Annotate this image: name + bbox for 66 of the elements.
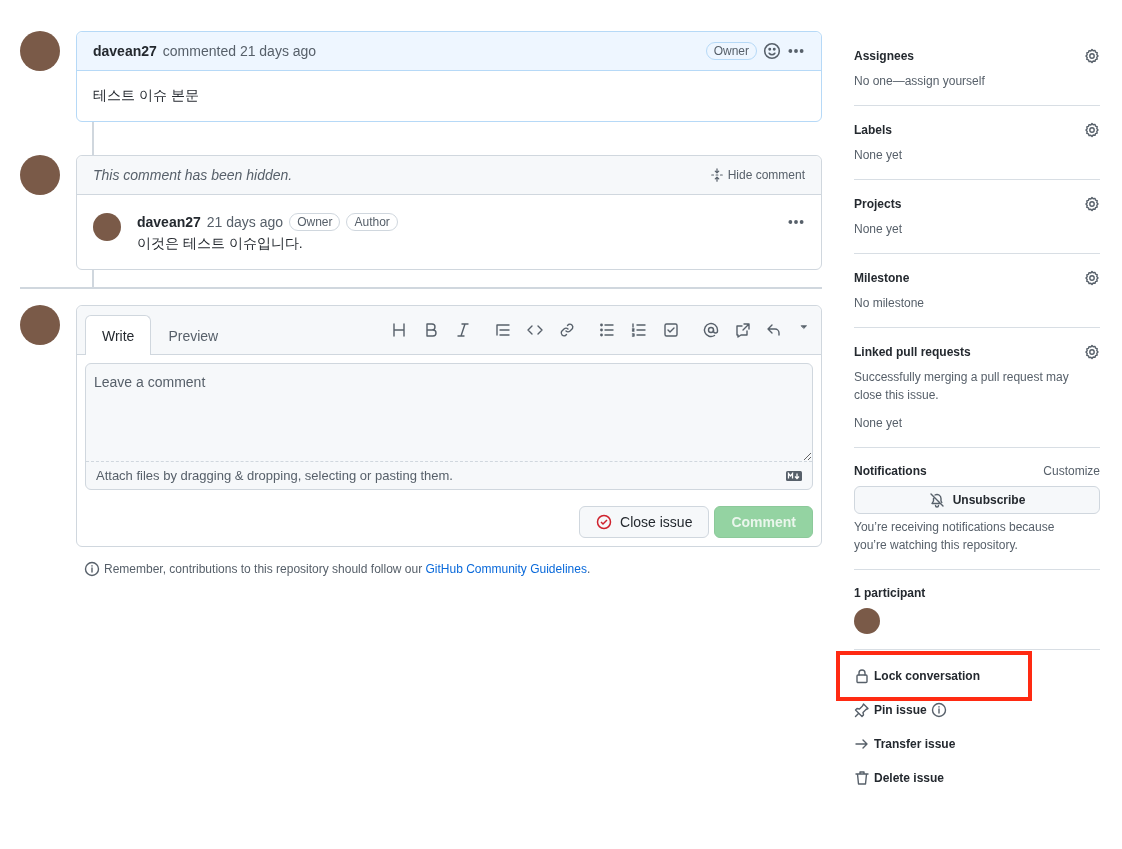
user-avatar[interactable] — [20, 305, 60, 345]
unsubscribe-button[interactable]: Unsubscribe — [854, 486, 1100, 514]
bell-slash-icon — [928, 492, 945, 508]
sidebar-text: No milestone — [854, 295, 926, 312]
guidelines-link[interactable]: GitHub Community Guidelines — [425, 562, 587, 576]
sidebar-heading: Linked pull requests — [854, 345, 971, 359]
italic-icon[interactable] — [455, 322, 471, 338]
editor-tab[interactable]: Preview — [151, 315, 236, 355]
editor-tab[interactable]: Write — [85, 315, 152, 355]
settings-icon[interactable] — [1084, 48, 1100, 64]
close-issue-button[interactable]: Close issue — [579, 506, 710, 538]
notification-note: You’re receiving notifications because you’re watching this repository. — [854, 519, 1056, 554]
sidebar-text: No one—assign yourself — [854, 73, 986, 90]
settings-icon[interactable] — [1084, 344, 1100, 360]
lock-icon — [854, 668, 870, 684]
sidebar-heading: Milestone — [854, 271, 910, 285]
comment-body: 이것은 테스트 이슈입니다. — [137, 235, 304, 253]
settings-icon[interactable] — [1084, 122, 1100, 138]
customize-link[interactable]: Customize — [1043, 464, 1100, 478]
sidebar-heading: Projects — [854, 197, 902, 211]
comment-body: 테스트 이슈 본문 — [92, 86, 200, 105]
bulleted-list-icon[interactable] — [599, 322, 615, 338]
sidebar-heading: 1 participant — [854, 586, 926, 600]
comment-field[interactable]: Leave a comment Attach files by dragging & dropping, selecting or pasting them. — [85, 363, 813, 490]
hidden-notice: This comment has been hidden. — [93, 167, 294, 183]
sidebar-text: None yet — [854, 221, 904, 238]
fold-icon — [709, 168, 724, 182]
mention-icon[interactable] — [703, 322, 719, 338]
user-avatar[interactable] — [93, 213, 121, 241]
heading-icon[interactable] — [391, 322, 407, 338]
cross-reference-icon[interactable] — [735, 322, 751, 338]
sidebar-text: None yet — [854, 415, 904, 432]
comment-time: 21 days ago — [206, 214, 284, 230]
caret-icon[interactable] — [799, 322, 809, 332]
bold-icon[interactable] — [423, 322, 439, 338]
sidebar-action[interactable]: Delete issue — [854, 769, 945, 787]
sidebar-text: None yet — [854, 147, 904, 164]
guidelines-note: Remember, contributions to this repository should follow our GitHub Community Guidelines. — [104, 562, 591, 576]
pin-icon — [854, 702, 870, 718]
user-avatar[interactable] — [20, 31, 60, 71]
sidebar-action[interactable]: Transfer issue — [854, 735, 956, 753]
markdown-icon — [786, 470, 802, 481]
comment-meta: commented 21 days ago — [162, 43, 317, 59]
checkbox-list-icon[interactable] — [663, 322, 679, 338]
sidebar-text: Successfully merging a pull request may close this issue. — [854, 369, 1070, 404]
info-icon — [84, 561, 100, 577]
trash-icon — [854, 770, 870, 786]
check-circle-icon — [596, 514, 613, 530]
comment-author[interactable]: davean27 — [93, 43, 157, 59]
attach-hint: Attach files by dragging & dropping, selecting or pasting them. — [96, 468, 454, 483]
sidebar-action[interactable]: Lock conversation — [854, 667, 981, 685]
quote-icon[interactable] — [495, 322, 511, 338]
hide-comment-button[interactable]: Hide comment — [709, 168, 805, 182]
sidebar-action[interactable]: Pin issue — [854, 701, 927, 719]
settings-icon[interactable] — [1084, 196, 1100, 212]
link-icon[interactable] — [559, 322, 575, 338]
sidebar-heading: Labels — [854, 123, 892, 137]
sidebar-heading: Notifications — [854, 464, 927, 478]
reply-icon[interactable] — [767, 322, 783, 338]
user-avatar[interactable] — [20, 155, 60, 195]
sidebar-heading: Assignees — [854, 49, 915, 63]
smiley-icon[interactable] — [763, 42, 781, 60]
numbered-list-icon[interactable] — [631, 322, 647, 338]
settings-icon[interactable] — [1084, 270, 1100, 286]
participant-avatar[interactable] — [854, 608, 880, 634]
comment-author[interactable]: davean27 — [137, 214, 201, 230]
